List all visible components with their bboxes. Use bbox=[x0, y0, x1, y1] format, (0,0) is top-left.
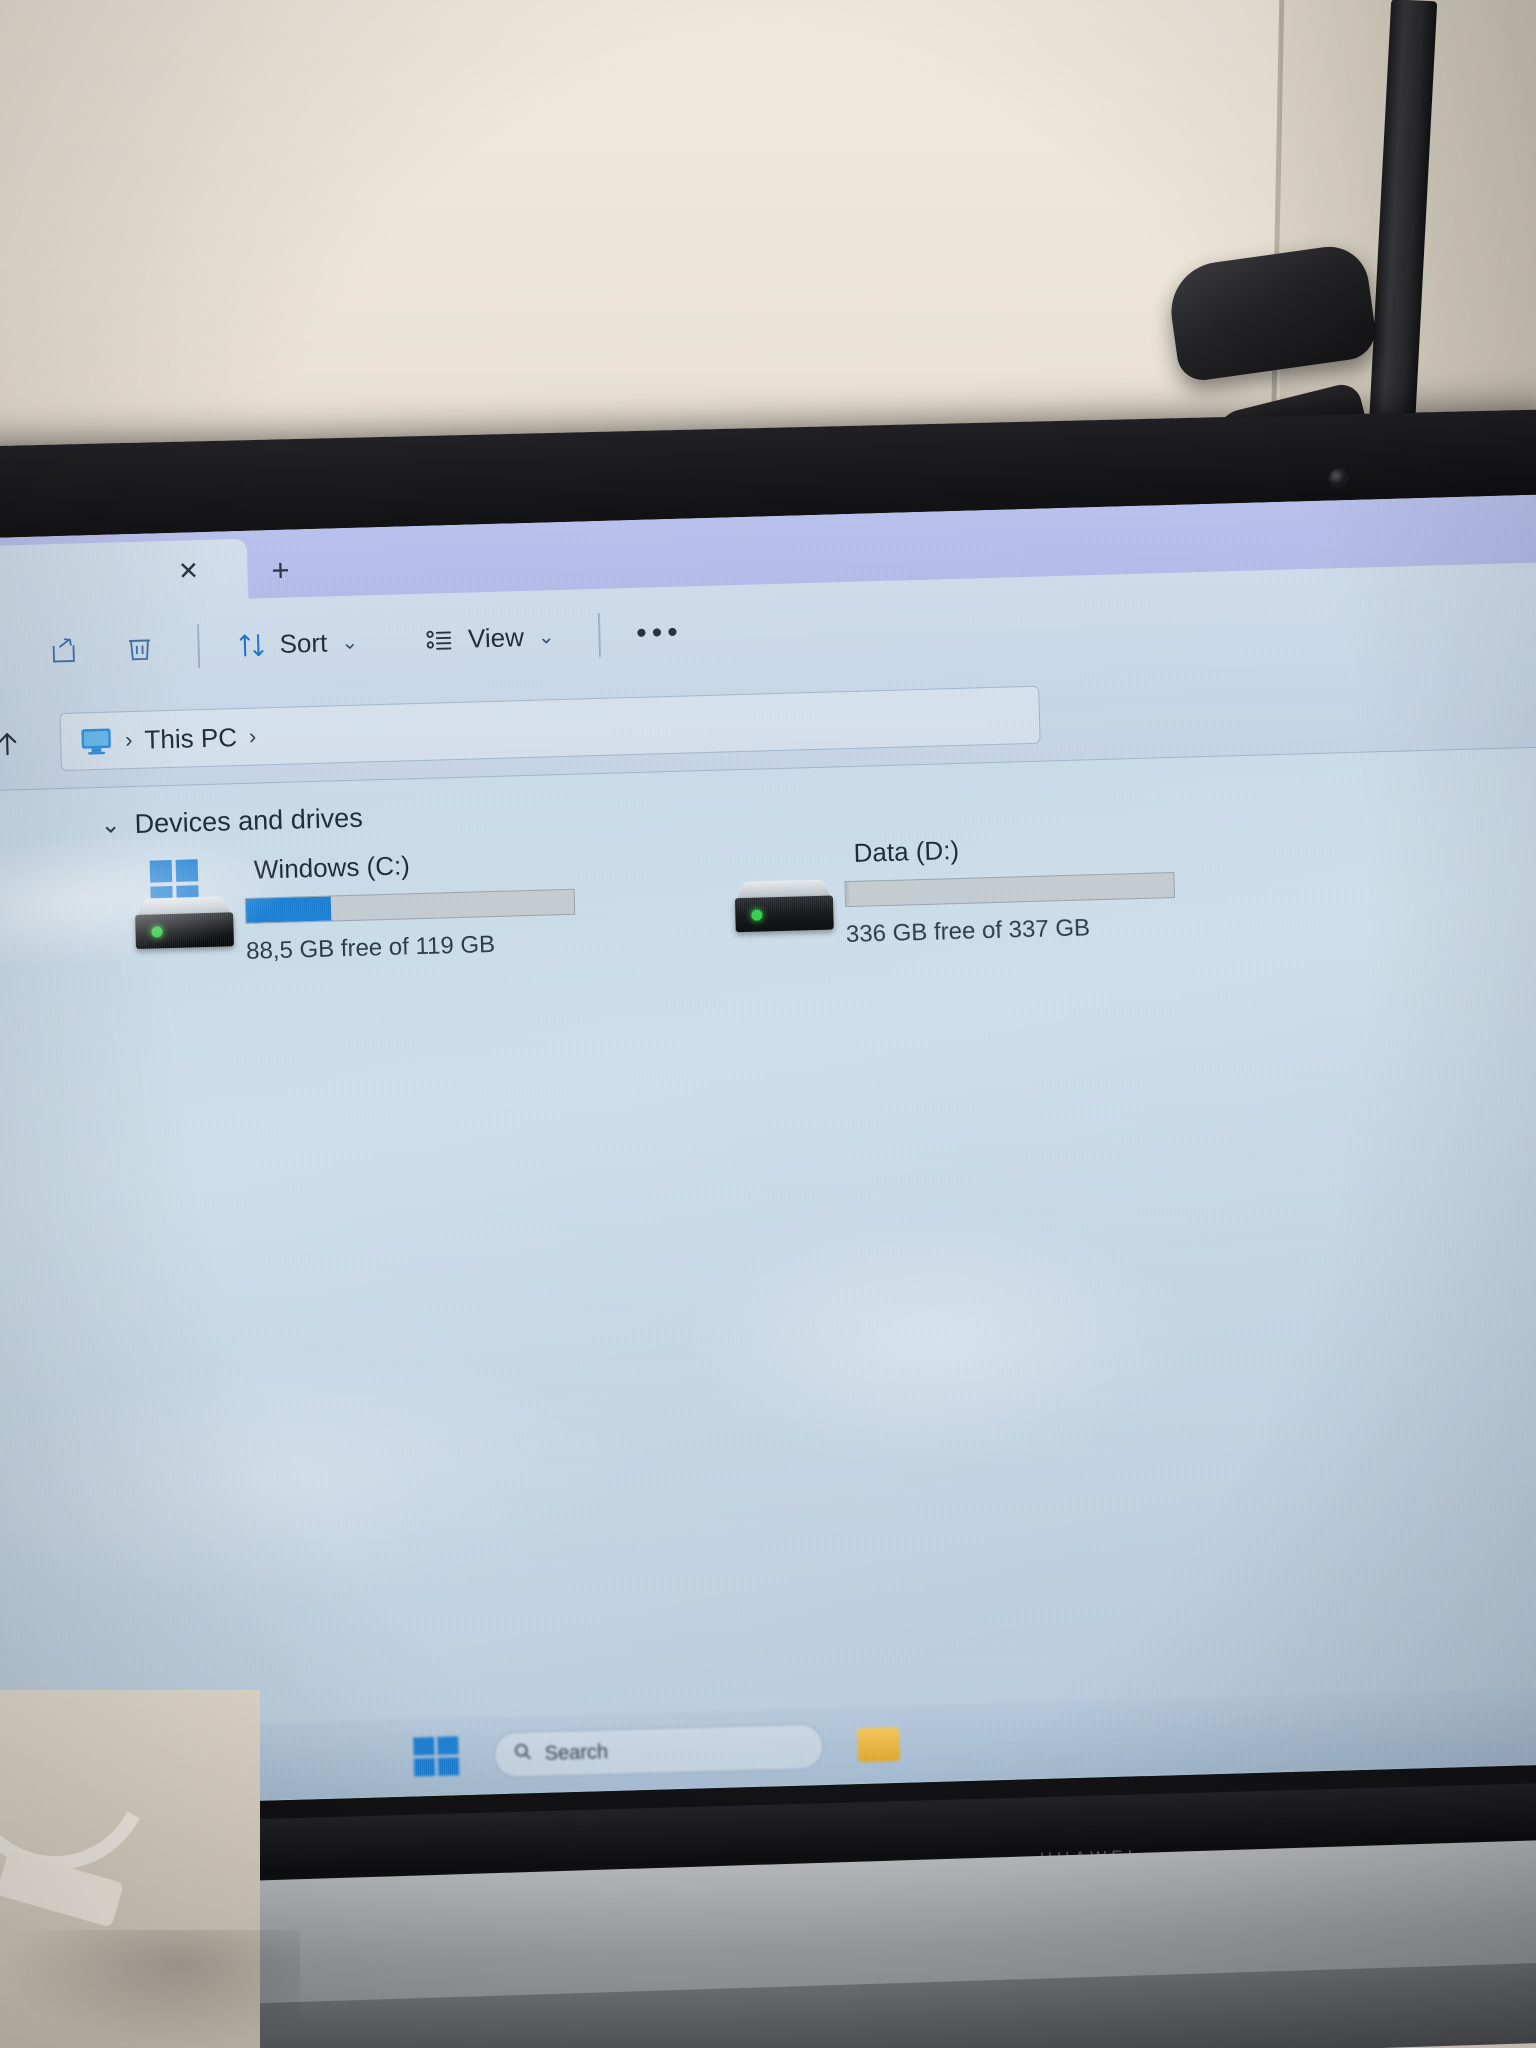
start-button[interactable] bbox=[413, 1736, 460, 1777]
drive-led-icon bbox=[151, 926, 163, 938]
drive-name: Windows (C:) bbox=[253, 850, 411, 885]
drive-capacity-label: 88,5 GB free of 119 GB bbox=[245, 930, 496, 965]
capacity-bar bbox=[244, 888, 576, 924]
address-bar[interactable]: › This PC › bbox=[59, 685, 1041, 772]
close-tab-icon[interactable]: ✕ bbox=[173, 556, 204, 587]
drive-name: Data (D:) bbox=[853, 834, 960, 868]
desk-shadow bbox=[0, 1930, 300, 2048]
sort-button[interactable]: Sort ⌄ bbox=[219, 611, 375, 675]
chevron-down-icon: ⌄ bbox=[537, 625, 555, 649]
chevron-down-icon: ⌄ bbox=[340, 631, 359, 654]
drive-tile-windows-c[interactable]: Windows (C:) 88,5 GB free of 119 GB bbox=[126, 845, 589, 969]
drive-led-icon bbox=[751, 909, 763, 921]
see-more-button[interactable]: ••• bbox=[620, 602, 700, 664]
drive-icon bbox=[726, 875, 846, 946]
drive-icon bbox=[127, 859, 247, 963]
this-pc-icon bbox=[79, 726, 114, 757]
laptop-screen: ✕ + Sort ⌄ View ⌄ ••• › This PC › ⌄ Devi… bbox=[0, 493, 1536, 1817]
group-title: Devices and drives bbox=[134, 802, 364, 839]
new-tab-icon[interactable]: + bbox=[263, 552, 298, 587]
drive-capacity-label: 336 GB free of 337 GB bbox=[845, 914, 1091, 949]
breadcrumb-separator: › bbox=[124, 727, 133, 753]
breadcrumb-this-pc[interactable]: This PC bbox=[144, 722, 237, 756]
taskbar-search-box[interactable]: Search bbox=[493, 1723, 825, 1779]
search-icon bbox=[512, 1741, 533, 1768]
drive-tile-data-d[interactable]: Data (D:) 336 GB free of 337 GB bbox=[725, 829, 1188, 953]
view-button[interactable]: View ⌄ bbox=[407, 606, 571, 671]
windows-desktop: ✕ + Sort ⌄ View ⌄ ••• › This PC › ⌄ Devi… bbox=[0, 493, 1536, 1817]
content-pane: ⌄ Devices and drives Windows (C:) 88,5 G… bbox=[0, 747, 1536, 1812]
breadcrumb-separator[interactable]: › bbox=[249, 724, 257, 750]
view-label: View bbox=[467, 621, 525, 654]
file-explorer-taskbar-icon[interactable] bbox=[857, 1726, 901, 1763]
sort-label: Sort bbox=[279, 627, 328, 659]
taskbar-search-placeholder: Search bbox=[544, 1740, 609, 1765]
share-icon[interactable] bbox=[25, 619, 103, 681]
capacity-bar-fill bbox=[245, 896, 332, 923]
toolbar-divider-1 bbox=[197, 624, 201, 669]
capacity-bar bbox=[844, 871, 1176, 908]
laptop-photo: ✕ + Sort ⌄ View ⌄ ••• › This PC › ⌄ Devi… bbox=[0, 0, 1536, 2048]
capacity-bar-fill bbox=[845, 882, 850, 907]
up-button[interactable] bbox=[0, 715, 39, 773]
toolbar-divider-2 bbox=[597, 612, 602, 657]
rename-icon[interactable]: A bbox=[0, 621, 27, 683]
delete-icon[interactable] bbox=[101, 617, 179, 679]
chevron-down-icon[interactable]: ⌄ bbox=[100, 810, 121, 840]
drives-list: Windows (C:) 88,5 GB free of 119 GB Data… bbox=[126, 818, 1536, 970]
